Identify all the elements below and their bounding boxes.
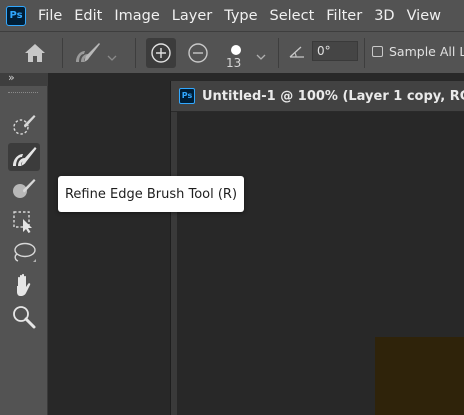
expand-detection-icon[interactable] bbox=[146, 38, 176, 68]
separator bbox=[135, 38, 136, 68]
brush-size-value: 13 bbox=[226, 56, 242, 70]
canvas[interactable] bbox=[177, 112, 464, 415]
collapse-icon[interactable]: » bbox=[8, 71, 15, 84]
sample-all-layers-label: Sample All La bbox=[389, 44, 464, 59]
menu-type[interactable]: Type bbox=[218, 8, 263, 24]
sample-all-layers-checkbox[interactable] bbox=[372, 46, 383, 57]
tooltip-text: Refine Edge Brush Tool (R) bbox=[64, 186, 238, 202]
menu-3d[interactable]: 3D bbox=[368, 8, 400, 24]
separator bbox=[62, 38, 63, 68]
options-bar: 13 0° Sample All La bbox=[0, 31, 464, 73]
separator bbox=[364, 38, 365, 68]
menu-select[interactable]: Select bbox=[264, 8, 321, 24]
brush-size-icon[interactable] bbox=[230, 41, 242, 55]
menu-file[interactable]: File bbox=[32, 8, 68, 24]
tools-panel-header: » bbox=[0, 71, 48, 86]
angle-icon bbox=[288, 44, 306, 60]
document-title: Untitled-1 @ 100% (Layer 1 copy, RGB/8 bbox=[202, 88, 464, 104]
layer-content bbox=[375, 337, 464, 415]
menu-image[interactable]: Image bbox=[108, 8, 165, 24]
refine-edge-brush-tool-icon[interactable] bbox=[8, 143, 40, 171]
menu-view[interactable]: View bbox=[401, 8, 447, 24]
brush-tool-icon[interactable] bbox=[8, 175, 40, 203]
document-window: Ps Untitled-1 @ 100% (Layer 1 copy, RGB/… bbox=[170, 81, 464, 415]
zoom-tool-icon[interactable] bbox=[8, 303, 40, 331]
photoshop-logo-icon: Ps bbox=[6, 5, 26, 26]
menu-bar: Ps File Edit Image Layer Type Select Fil… bbox=[0, 0, 464, 31]
refine-edge-brush-preset-icon[interactable] bbox=[72, 40, 102, 66]
separator bbox=[278, 38, 279, 68]
home-icon[interactable] bbox=[22, 41, 48, 65]
menu-layer[interactable]: Layer bbox=[166, 8, 218, 24]
menu-filter[interactable]: Filter bbox=[320, 8, 368, 24]
chevron-down-icon[interactable] bbox=[256, 47, 266, 60]
panel-grip bbox=[8, 92, 38, 95]
quick-selection-tool-icon[interactable] bbox=[8, 111, 40, 139]
angle-input[interactable]: 0° bbox=[312, 41, 358, 61]
object-selection-tool-icon[interactable] bbox=[8, 207, 40, 235]
lasso-tool-icon[interactable] bbox=[8, 239, 40, 267]
tools-panel: » bbox=[0, 71, 48, 415]
photoshop-document-icon: Ps bbox=[179, 88, 195, 104]
hand-tool-icon[interactable] bbox=[8, 271, 40, 299]
document-tab[interactable]: Ps Untitled-1 @ 100% (Layer 1 copy, RGB/… bbox=[171, 81, 464, 112]
menu-edit[interactable]: Edit bbox=[68, 8, 108, 24]
chevron-down-icon[interactable] bbox=[107, 48, 117, 61]
erase-refinements-icon[interactable] bbox=[184, 38, 212, 68]
tool-tooltip: Refine Edge Brush Tool (R) bbox=[58, 176, 244, 212]
